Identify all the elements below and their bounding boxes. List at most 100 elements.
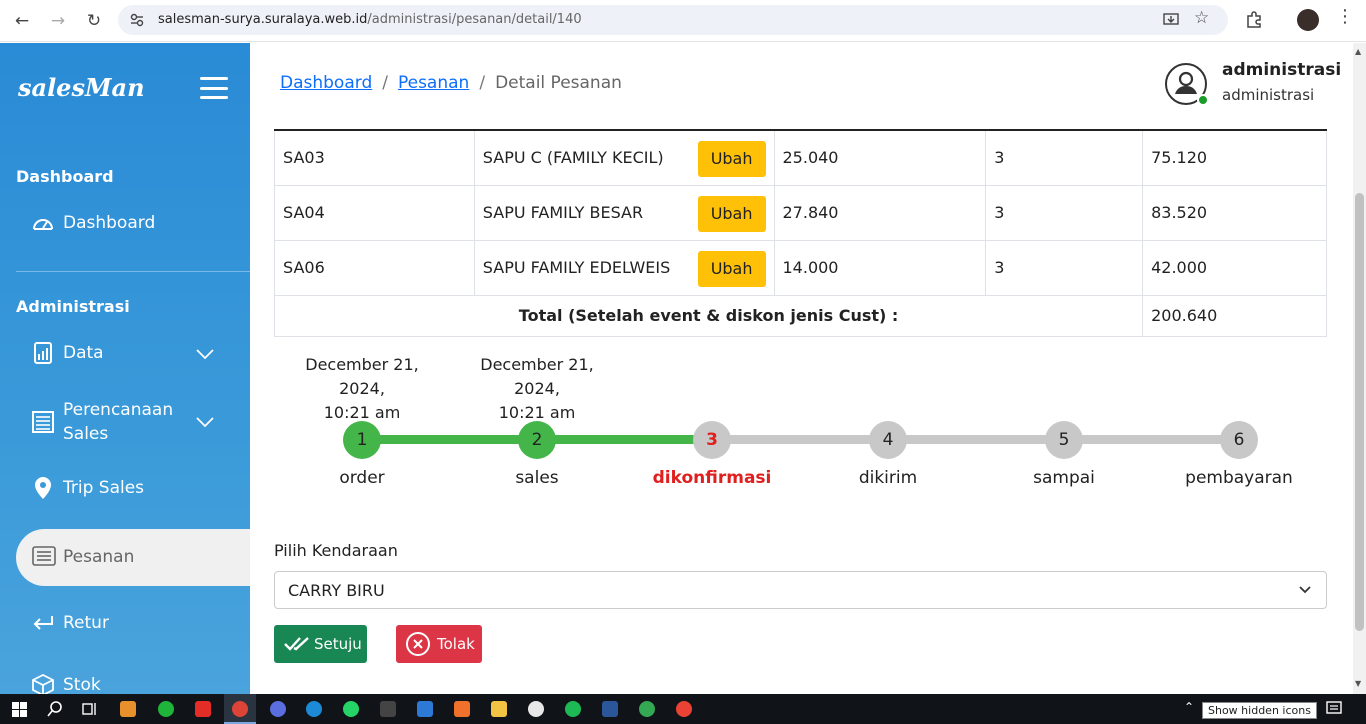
breadcrumb-dashboard[interactable]: Dashboard	[280, 73, 372, 93]
item-qty: 3	[985, 129, 1144, 186]
word-icon[interactable]	[602, 701, 618, 717]
scrollbar-thumb[interactable]	[1355, 193, 1364, 631]
item-qty: 3	[985, 184, 1144, 241]
progress-step-1: 1	[343, 421, 381, 459]
file-explorer-icon[interactable]	[491, 701, 507, 717]
progress-track-pending	[712, 435, 1239, 444]
user-role: administrasi	[1222, 86, 1315, 104]
item-qty: 3	[985, 239, 1144, 296]
list-document-icon	[32, 546, 56, 566]
scroll-up-icon[interactable]: ▲	[1355, 47, 1361, 56]
item-product-cell: SAPU C (FAMILY KECIL) Ubah	[473, 129, 775, 186]
line-app-icon[interactable]	[158, 701, 174, 717]
spotify-icon[interactable]	[565, 701, 581, 717]
progress-step-label: pembayaran	[1185, 468, 1293, 488]
item-product: SAPU FAMILY BESAR	[482, 203, 644, 222]
progress-step-2: 2	[518, 421, 556, 459]
sidebar-item-retur[interactable]: Retur	[32, 612, 109, 634]
item-code: SA04	[274, 184, 475, 241]
xampp-icon[interactable]	[454, 701, 470, 717]
breadcrumb-current: Detail Pesanan	[495, 73, 622, 93]
sidebar-divider	[16, 271, 250, 272]
table-row: SA06 SAPU FAMILY EDELWEIS Ubah 14.000 3 4…	[274, 239, 1327, 296]
sidebar: salesMan Dashboard Dashboard Administras…	[0, 43, 250, 694]
breadcrumb-separator: /	[479, 73, 486, 93]
item-price: 14.000	[773, 239, 987, 296]
chevron-down-icon[interactable]	[195, 344, 215, 364]
vehicle-select[interactable]: CARRY BIRU	[274, 571, 1327, 609]
search-icon[interactable]	[47, 701, 63, 717]
sidebar-item-dashboard[interactable]: Dashboard	[32, 212, 155, 234]
timestamp-time: 10:21 am	[498, 403, 576, 422]
terminal-icon[interactable]	[380, 701, 396, 717]
edit-button[interactable]: Ubah	[697, 195, 766, 232]
chrome-profile-icon[interactable]	[639, 701, 655, 717]
url-host: salesman-surya.suralaya.web.id	[158, 12, 368, 27]
hamburger-menu-icon[interactable]	[200, 77, 228, 99]
browser-menu-icon[interactable]: ⋮	[1336, 6, 1354, 27]
vscode-icon[interactable]	[417, 701, 433, 717]
chevron-up-icon[interactable]: ⌃	[1184, 700, 1194, 714]
item-price: 27.840	[773, 184, 987, 241]
app-logo[interactable]: salesMan	[18, 73, 145, 102]
address-bar[interactable]: salesman-surya.suralaya.web.id/administr…	[118, 5, 1228, 35]
bookmark-star-icon[interactable]: ☆	[1194, 8, 1209, 28]
site-info-icon[interactable]	[130, 13, 144, 27]
sidebar-item-stok[interactable]: Stok	[32, 674, 101, 694]
breadcrumb: Dashboard / Pesanan / Detail Pesanan	[280, 73, 622, 93]
sidebar-item-label: Perencanaan Sales	[63, 398, 173, 446]
clipboard-list-icon	[32, 411, 54, 433]
install-app-icon[interactable]	[1163, 12, 1179, 28]
edit-button[interactable]: Ubah	[697, 141, 766, 177]
edge-icon[interactable]	[306, 701, 322, 717]
timestamp-date: December 21, 2024,	[480, 355, 594, 398]
reject-button[interactable]: Tolak	[396, 625, 482, 663]
step-timestamp-1: December 21, 2024, 10:21 am	[282, 353, 442, 425]
x-circle-icon	[406, 632, 430, 656]
forward-icon[interactable]: →	[46, 9, 70, 33]
vehicle-label: Pilih Kendaraan	[274, 541, 398, 560]
progress-step-6: 6	[1220, 421, 1258, 459]
bar-chart-file-icon	[32, 342, 54, 364]
item-subtotal: 83.520	[1142, 184, 1327, 241]
approve-button[interactable]: Setuju	[274, 625, 367, 663]
notification-icon[interactable]	[1326, 701, 1342, 717]
online-status-dot	[1197, 94, 1209, 106]
progress-step-5: 5	[1045, 421, 1083, 459]
chrome-icon[interactable]	[232, 701, 248, 717]
progress-step-label: dikirim	[858, 468, 918, 488]
obs-icon[interactable]	[270, 701, 286, 717]
progress-step-label-current: dikonfirmasi	[652, 468, 772, 488]
back-icon[interactable]: ←	[10, 9, 34, 33]
sidebar-item-perencanaan-sales[interactable]: Perencanaan Sales	[32, 398, 173, 446]
sidebar-item-label: Retur	[63, 613, 109, 633]
extensions-icon[interactable]	[1245, 10, 1263, 28]
page-scrollbar[interactable]: ▲ ▼	[1353, 43, 1366, 694]
sidebar-item-trip-sales[interactable]: Trip Sales	[32, 477, 144, 499]
scroll-down-icon[interactable]: ▼	[1355, 679, 1361, 688]
sidebar-item-pesanan[interactable]: Pesanan	[16, 529, 250, 586]
chrome-profile-2-icon[interactable]	[676, 701, 692, 717]
windows-start-icon[interactable]	[12, 702, 27, 717]
sidebar-item-label: Data	[63, 343, 104, 363]
youtube-icon[interactable]	[195, 701, 211, 717]
total-value: 200.640	[1142, 294, 1327, 337]
chevron-down-icon[interactable]	[195, 412, 215, 432]
reload-icon[interactable]: ↻	[82, 9, 106, 33]
table-row: SA04 SAPU FAMILY BESAR Ubah 27.840 3 83.5…	[274, 184, 1327, 241]
main-content: SA03 SAPU C (FAMILY KECIL) Ubah 25.040 3 …	[250, 127, 1353, 694]
breadcrumb-pesanan[interactable]: Pesanan	[398, 73, 469, 93]
whatsapp-icon[interactable]	[343, 701, 359, 717]
sidebar-item-data[interactable]: Data	[32, 342, 104, 364]
map-pin-icon	[32, 477, 54, 499]
hidden-icons-tooltip: Show hidden icons	[1202, 702, 1317, 719]
sidebar-section-dashboard: Dashboard	[16, 167, 114, 186]
item-product: SAPU C (FAMILY KECIL)	[482, 148, 664, 168]
edit-button[interactable]: Ubah	[697, 250, 766, 287]
speedometer-icon	[32, 212, 54, 234]
whatsapp-desktop-icon[interactable]	[528, 701, 544, 717]
sublime-text-icon[interactable]	[120, 701, 136, 717]
sidebar-item-label: Dashboard	[63, 213, 156, 233]
profile-avatar-icon[interactable]	[1297, 9, 1319, 31]
task-view-icon[interactable]	[82, 701, 98, 717]
